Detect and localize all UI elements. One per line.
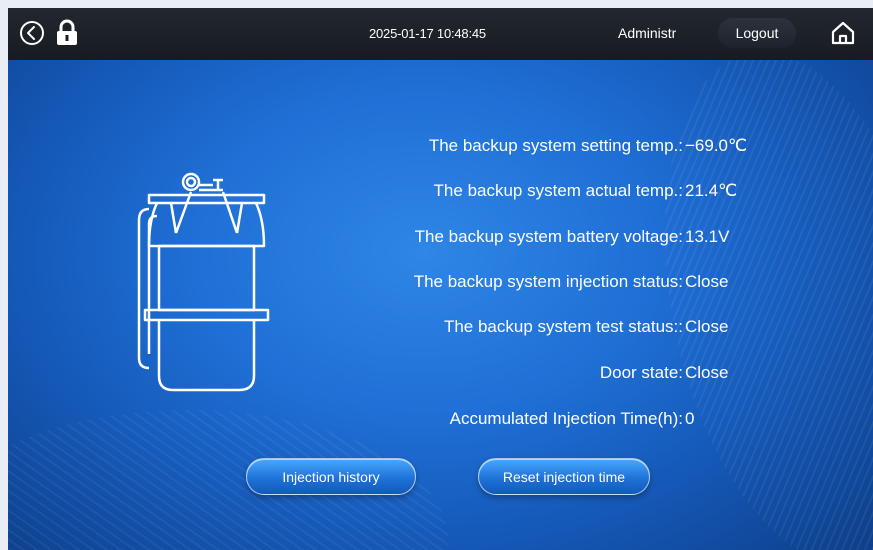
current-user: Administrat <box>618 25 676 41</box>
test-status-label: The backup system test status:: <box>443 317 683 336</box>
status-row-battery: The backup system battery voltage: 13.1V <box>8 224 873 250</box>
lock-icon <box>57 19 77 45</box>
status-row-test: The backup system test status:: Close <box>8 314 873 340</box>
battery-voltage-value: 13.1V <box>685 227 730 246</box>
battery-voltage-label: The backup system battery voltage: <box>414 227 683 246</box>
accumulated-time-label: Accumulated Injection Time(h): <box>449 409 683 428</box>
test-status-value: Close <box>685 317 729 336</box>
back-button[interactable] <box>17 18 47 48</box>
reset-injection-time-button[interactable]: Reset injection time <box>478 458 650 495</box>
door-state-label: Door state: <box>599 363 683 382</box>
logout-button[interactable]: Logout <box>718 18 796 48</box>
accumulated-time-value: 0 <box>685 409 695 428</box>
status-row-actual-temp: The backup system actual temp.: 21.4℃ <box>8 178 873 204</box>
status-row-door: Door state: Close <box>8 360 873 386</box>
setting-temp-value: −69.0℃ <box>685 136 748 155</box>
injection-status-label: The backup system injection status: <box>413 272 683 291</box>
status-row-accumulated-time: Accumulated Injection Time(h): 0 <box>8 406 873 432</box>
backup-system-screen: 2025-01-17 10:48:45 Administrat Logout <box>8 8 873 550</box>
home-button[interactable] <box>828 18 858 48</box>
home-icon <box>831 21 855 45</box>
top-bar: 2025-01-17 10:48:45 Administrat Logout <box>8 8 873 60</box>
lock-button[interactable] <box>52 18 82 48</box>
injection-status-value: Close <box>685 272 729 291</box>
door-state-value: Close <box>685 363 729 382</box>
injection-history-button[interactable]: Injection history <box>246 458 416 495</box>
current-datetime: 2025-01-17 10:48:45 <box>369 26 486 41</box>
status-row-setting-temp: The backup system setting temp.: −69.0℃ <box>8 133 873 159</box>
status-row-injection: The backup system injection status: Clos… <box>8 269 873 295</box>
actual-temp-value: 21.4℃ <box>685 181 738 200</box>
actual-temp-label: The backup system actual temp.: <box>433 181 683 200</box>
back-arrow-icon <box>20 21 44 45</box>
setting-temp-label: The backup system setting temp.: <box>428 136 683 155</box>
